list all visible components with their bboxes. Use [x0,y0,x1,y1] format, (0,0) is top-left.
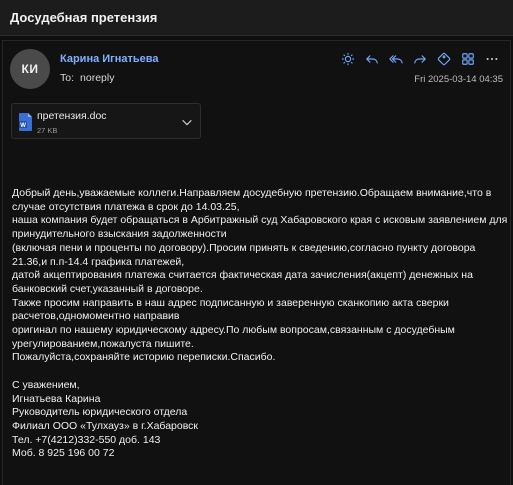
conversation-header: Досудебная претензия [0,0,513,36]
attachment-size: 27 KB [37,126,58,135]
apps-icon[interactable] [458,49,478,69]
sender-name[interactable]: Карина Игнатьева [60,53,159,65]
signature-line: С уважением, [12,378,80,391]
body-line: (включая пени и проценты по договору).Пр… [12,241,476,268]
message-card: КИ Карина Игнатьева To: noreply Fri 2025… [2,40,511,485]
body-line: наша компания будет обращаться в Арбитра… [12,214,508,241]
reply-icon[interactable] [362,49,382,69]
body-line: Пожалуйста,сохраняйте историю переписки.… [12,351,276,364]
tag-icon[interactable] [434,49,454,69]
signature-line: Филиал ООО «Тулхауз» в г.Хабаровск [12,419,199,432]
forward-icon[interactable] [410,49,430,69]
svg-text:W: W [20,123,26,129]
body-line: датой акцептирования платежа считается ф… [12,269,473,295]
avatar[interactable]: КИ [10,49,50,89]
message-date: Fri 2025-03-14 04:35 [414,74,503,85]
signature-line: Руководитель юридического отдела [12,406,188,419]
message-body: Добрый день,уважаемые коллеги.Направляем… [12,187,508,461]
recipient-name[interactable]: noreply [80,72,114,84]
body-line: оригинал по нашему юридическому адресу.П… [12,324,455,350]
body-line: Также просим направить в наш адрес подпи… [12,296,449,323]
recipient-line: To: noreply [60,72,114,84]
sun-icon[interactable] [338,49,358,69]
reply-all-icon[interactable] [386,49,406,69]
body-line: Добрый день,уважаемые коллеги.Направляем… [12,187,492,213]
to-label: To: [60,72,75,84]
signature-line: Моб. 8 925 196 00 72 [12,447,115,460]
signature-line: Игнатьева Карина [12,392,101,405]
message-toolbar [338,49,502,69]
attachment-card[interactable]: W претензия.doc 27 KB [11,103,201,139]
attachment-name: претензия.doc [37,110,107,122]
chevron-down-icon[interactable] [180,115,194,129]
more-icon[interactable] [482,49,502,69]
conversation-title: Досудебная претензия [10,10,158,25]
signature-line: Тел. +7(4212)332-550 доб. 143 [12,433,161,446]
word-file-icon: W [19,113,32,131]
